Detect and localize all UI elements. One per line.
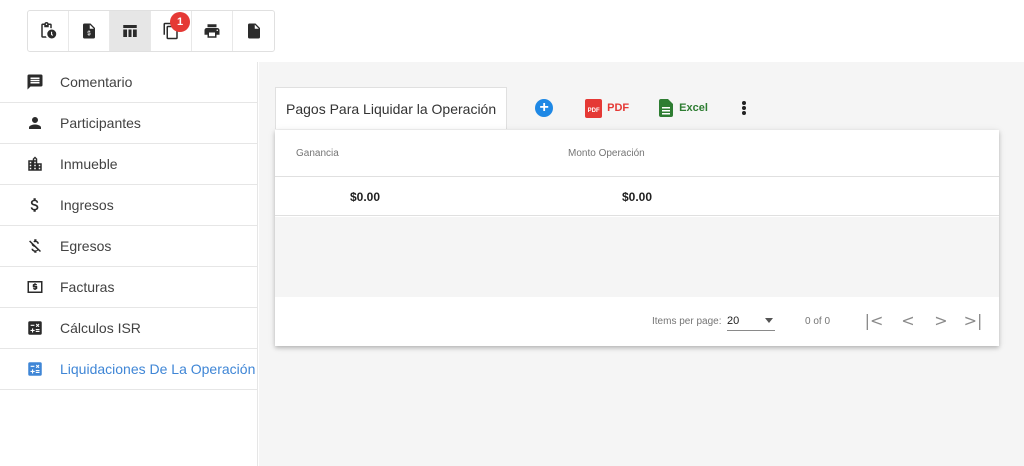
main-panel: Pagos Para Liquidar la Operación + PDF P… — [259, 62, 1024, 466]
table-empty-area — [275, 217, 999, 297]
column-header-monto-operacion[interactable]: Monto Operación — [568, 148, 645, 159]
page-size-select[interactable]: 20 — [727, 311, 775, 331]
tab-bar: Pagos Para Liquidar la Operación + PDF P… — [275, 87, 748, 129]
top-toolbar: 1 — [27, 10, 275, 52]
sidebar-item-ingresos[interactable]: Ingresos — [0, 185, 258, 226]
file-button[interactable] — [233, 11, 274, 51]
sidebar-item-label: Ingresos — [60, 197, 114, 213]
items-per-page-label: Items per page: — [652, 316, 722, 327]
file-dollar-icon — [83, 23, 95, 39]
comment-icon — [26, 73, 44, 91]
clipboard-clock-icon — [41, 22, 57, 39]
more-options-button[interactable] — [740, 99, 748, 117]
pdf-export-button[interactable]: PDF PDF — [585, 98, 630, 118]
calculator-icon — [26, 360, 44, 378]
sidebar-item-liquidaciones[interactable]: Liquidaciones De La Operación — [0, 349, 258, 390]
excel-label: Excel — [679, 102, 708, 114]
sidebar-item-calculos-isr[interactable]: Cálculos ISR — [0, 308, 258, 349]
more-vert-icon — [741, 101, 746, 105]
excel-export-button[interactable]: Excel — [659, 99, 708, 117]
clipboard-clock-button[interactable] — [28, 11, 69, 51]
print-icon — [204, 24, 220, 38]
paginator: Items per page: 20 0 of 0 |< < > >| — [275, 297, 999, 346]
sidebar-item-inmueble[interactable]: Inmueble — [0, 144, 258, 185]
column-header-ganancia[interactable]: Ganancia — [296, 148, 339, 159]
previous-page-icon[interactable]: < — [898, 310, 918, 330]
tab-pagos-liquidar[interactable]: Pagos Para Liquidar la Operación — [275, 87, 508, 129]
sidebar-item-label: Cálculos ISR — [60, 320, 141, 336]
pdf-file-icon: PDF — [585, 98, 603, 118]
table-row[interactable]: $0.00 $0.00 — [275, 177, 999, 216]
page-size-value: 20 — [727, 314, 740, 327]
sidebar-item-participantes[interactable]: Participantes — [0, 103, 258, 144]
add-button[interactable]: + — [535, 99, 554, 117]
dollar-icon — [26, 196, 44, 214]
data-table-card: Ganancia Monto Operación $0.00 $0.00 Ite… — [275, 130, 999, 346]
sidebar-item-label: Participantes — [60, 115, 141, 131]
last-page-icon[interactable]: >| — [963, 310, 983, 330]
caret-down-icon — [765, 318, 773, 323]
sidebar-item-facturas[interactable]: Facturas — [0, 267, 258, 308]
table-header: Ganancia Monto Operación — [275, 130, 999, 177]
building-icon — [26, 155, 44, 173]
range-label: 0 of 0 — [805, 316, 831, 327]
sidebar-item-label: Facturas — [60, 279, 115, 295]
table-button[interactable] — [110, 11, 151, 51]
money-off-icon — [26, 237, 44, 255]
next-page-icon[interactable]: > — [931, 310, 951, 330]
invoice-icon — [26, 278, 44, 296]
calculator-icon — [26, 319, 44, 337]
plus-icon: + — [539, 99, 549, 116]
cell-ganancia: $0.00 — [350, 190, 381, 204]
sidebar-item-label: Inmueble — [60, 156, 118, 172]
table-icon — [123, 25, 137, 37]
cell-monto-operacion: $0.00 — [622, 190, 653, 204]
sidebar-item-comentario[interactable]: Comentario — [0, 62, 258, 103]
person-icon — [26, 114, 44, 132]
app-root: 1 Comentario Participantes Inmueble Ingr… — [0, 0, 1024, 466]
print-button[interactable] — [192, 11, 233, 51]
sidebar-item-label: Egresos — [60, 238, 112, 254]
sidebar-item-label: Liquidaciones De La Operación — [60, 361, 256, 377]
file-dollar-button[interactable] — [69, 11, 110, 51]
sidebar-nav: Comentario Participantes Inmueble Ingres… — [0, 62, 258, 466]
excel-file-icon — [659, 99, 674, 117]
sidebar-item-label: Comentario — [60, 74, 133, 90]
first-page-icon[interactable]: |< — [864, 310, 884, 330]
notification-badge: 1 — [170, 12, 190, 32]
pdf-label: PDF — [607, 102, 630, 114]
copy-button[interactable]: 1 — [151, 11, 192, 51]
file-icon — [247, 23, 260, 39]
sidebar-item-egresos[interactable]: Egresos — [0, 226, 258, 267]
